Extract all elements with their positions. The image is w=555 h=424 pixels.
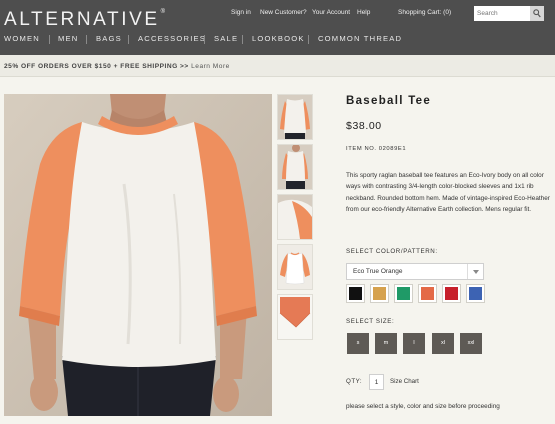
- chevron-down-icon: [467, 264, 483, 279]
- help-link[interactable]: Help: [357, 9, 370, 16]
- thumbnail-front[interactable]: [277, 94, 313, 140]
- swatch-green[interactable]: [394, 284, 413, 303]
- product-title: Baseball Tee: [346, 95, 432, 107]
- shopping-cart-link[interactable]: Shopping Cart: (0): [398, 9, 451, 16]
- main-nav: WOMEN MEN BAGS ACCESSORIES SALE LOOKBOOK…: [0, 34, 555, 48]
- size-label: SELECT SIZE:: [346, 318, 395, 325]
- size-chart-link[interactable]: Size Chart: [390, 378, 419, 385]
- promo-offer: 25% OFF ORDERS OVER $150 + FREE SHIPPING…: [4, 63, 189, 70]
- swatch-orange[interactable]: [418, 284, 437, 303]
- your-account-link[interactable]: Your Account: [312, 9, 350, 16]
- product-description: This sporty raglan baseball tee features…: [346, 172, 550, 214]
- thumbnail-side[interactable]: [277, 144, 313, 190]
- promo-text: 25% OFF ORDERS OVER $150 + FREE SHIPPING…: [4, 63, 230, 70]
- quantity-input[interactable]: [369, 374, 384, 390]
- learn-more-link[interactable]: Learn More: [191, 63, 230, 70]
- thumbnail-flat-image: [278, 245, 312, 289]
- nav-divider: [242, 35, 243, 44]
- search-input[interactable]: [474, 6, 530, 21]
- product-main-image[interactable]: [4, 94, 272, 416]
- swatch-gold[interactable]: [370, 284, 389, 303]
- thumbnail-detail-image: [278, 195, 312, 239]
- item-number: ITEM NO. 02089E1: [346, 146, 407, 152]
- new-customer-link[interactable]: New Customer?: [260, 9, 307, 16]
- brand-logo[interactable]: ALTERNATIVE®: [4, 9, 165, 31]
- search-icon: [533, 9, 541, 18]
- search-button[interactable]: [530, 6, 544, 21]
- nav-bags[interactable]: BAGS: [96, 34, 122, 43]
- nav-divider: [86, 35, 87, 44]
- nav-divider: [49, 35, 50, 44]
- nav-lookbook[interactable]: LOOKBOOK: [252, 34, 305, 43]
- size-button-xl[interactable]: xl: [432, 333, 454, 354]
- swatch-black[interactable]: [346, 284, 365, 303]
- size-button-xxl[interactable]: xxl: [460, 333, 482, 354]
- fabric-swatch-image: [278, 295, 312, 339]
- model-wearing-baseball-tee: [4, 94, 272, 416]
- nav-divider: [128, 35, 129, 44]
- nav-accessories[interactable]: ACCESSORIES: [138, 34, 206, 43]
- quantity-label: QTY:: [346, 378, 363, 385]
- promo-bar: 25% OFF ORDERS OVER $150 + FREE SHIPPING…: [0, 55, 555, 77]
- nav-men[interactable]: MEN: [58, 34, 78, 43]
- color-select[interactable]: Eco True Orange: [346, 263, 484, 280]
- size-button-l[interactable]: l: [403, 333, 425, 354]
- swatch-red[interactable]: [442, 284, 461, 303]
- nav-women[interactable]: WOMEN: [4, 34, 40, 43]
- swatch-blue[interactable]: [466, 284, 485, 303]
- nav-common-thread[interactable]: COMMON THREAD: [318, 34, 402, 43]
- color-select-value: Eco True Orange: [353, 268, 403, 275]
- nav-divider: [204, 35, 205, 44]
- thumbnail-front-image: [278, 95, 312, 139]
- site-header: ALTERNATIVE® Sign in New Customer? Your …: [0, 0, 555, 55]
- nav-sale[interactable]: SALE: [214, 34, 238, 43]
- thumbnail-side-image: [278, 145, 312, 189]
- thumbnail-fabric-swatch[interactable]: [277, 294, 313, 340]
- thumbnail-flat[interactable]: [277, 244, 313, 290]
- size-button-m[interactable]: m: [375, 333, 397, 354]
- nav-divider: [308, 35, 309, 44]
- color-pattern-label: SELECT COLOR/PATTERN:: [346, 248, 438, 255]
- product-price: $38.00: [346, 120, 382, 132]
- selection-hint: please select a style, color and size be…: [346, 403, 500, 410]
- sign-in-link[interactable]: Sign in: [231, 9, 251, 16]
- size-button-s[interactable]: s: [347, 333, 369, 354]
- thumbnail-detail[interactable]: [277, 194, 313, 240]
